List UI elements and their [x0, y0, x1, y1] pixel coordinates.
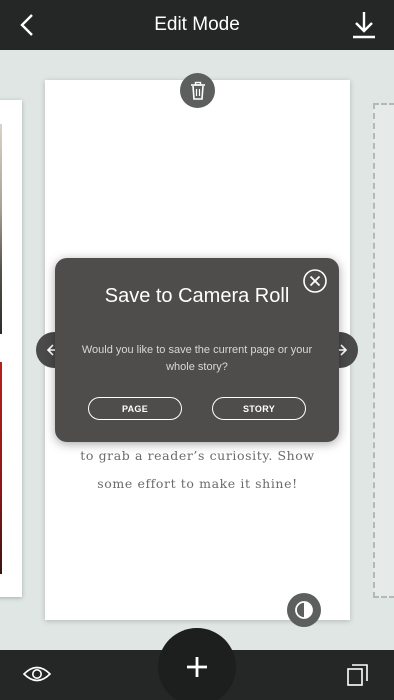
back-button[interactable]: [14, 11, 42, 39]
save-page-button[interactable]: PAGE: [88, 397, 182, 420]
pages-icon: [347, 664, 368, 686]
photo-thumbnail: [0, 124, 2, 334]
photo-thumbnail: [0, 362, 2, 574]
save-story-button[interactable]: STORY: [212, 397, 306, 420]
delete-page-button[interactable]: [180, 73, 215, 108]
plus-icon: [187, 657, 207, 677]
contrast-icon: [295, 601, 313, 619]
page-style-button[interactable]: [287, 593, 321, 627]
preview-button[interactable]: [22, 663, 52, 685]
chevron-left-icon: [20, 14, 33, 36]
page-body-text: to grab a reader’s curiosity. Show some …: [45, 442, 350, 498]
add-button[interactable]: [158, 628, 236, 700]
dialog-title: Save to Camera Roll: [104, 285, 290, 307]
top-bar: Edit Mode: [0, 0, 394, 50]
pages-overview-button[interactable]: [346, 663, 370, 687]
trash-icon: [190, 81, 205, 100]
page-title: Edit Mode: [154, 14, 240, 35]
download-icon: [353, 12, 375, 39]
body-line: some effort to make it shine!: [97, 476, 298, 491]
download-button[interactable]: [350, 10, 378, 40]
previous-page-thumbnail[interactable]: [0, 100, 22, 597]
dialog-message: Would you like to save the current page …: [81, 344, 313, 373]
eye-icon: [22, 666, 52, 682]
save-dialog: Save to Camera Roll Would you like to sa…: [55, 258, 339, 442]
body-line: to grab a reader’s curiosity. Show: [80, 448, 315, 463]
next-page-placeholder[interactable]: [373, 103, 394, 598]
